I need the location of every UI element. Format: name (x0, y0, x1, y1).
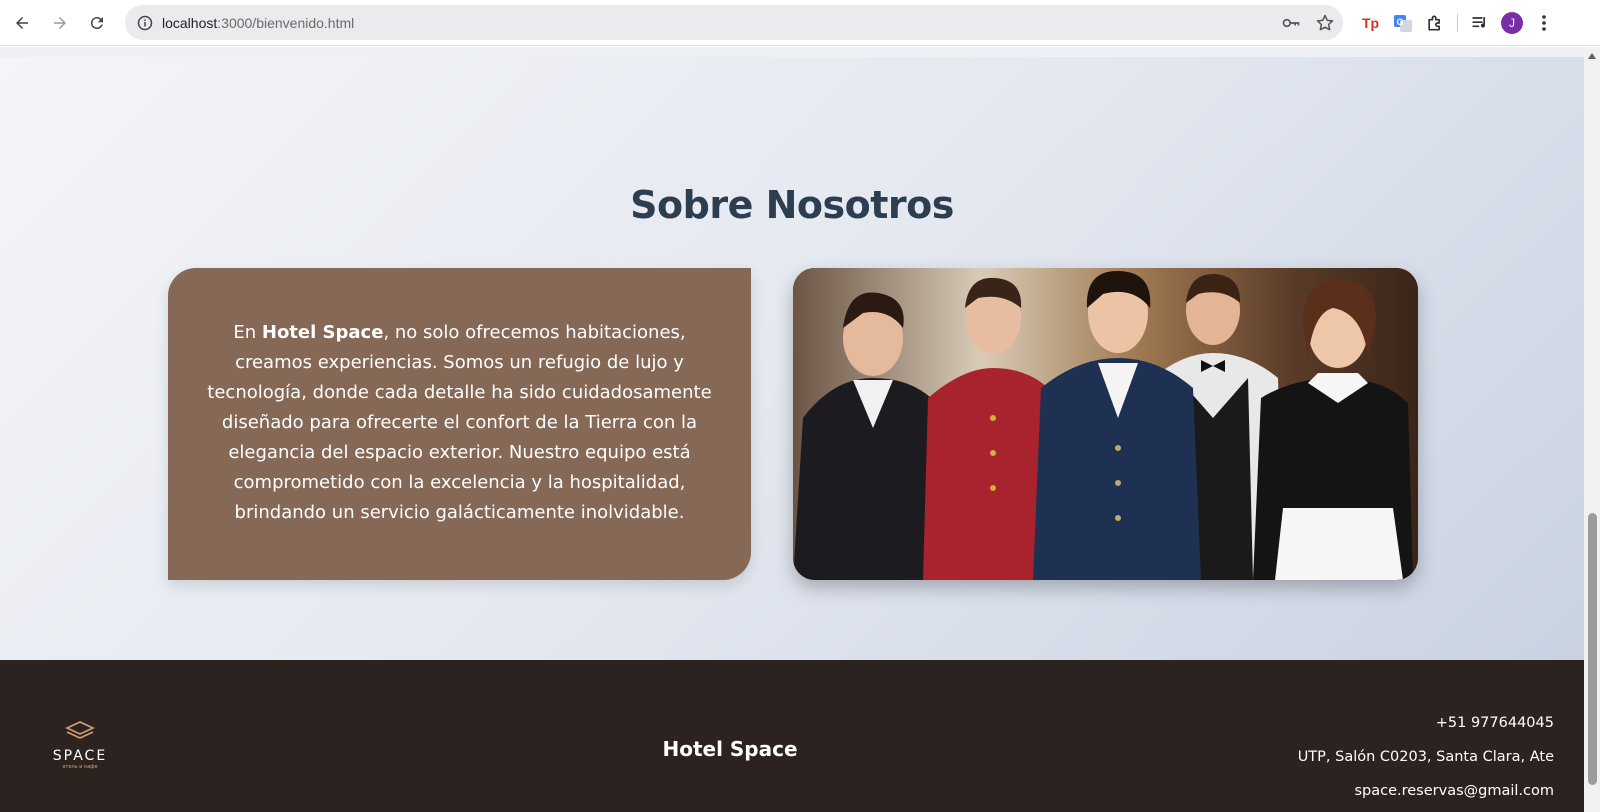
profile-avatar-button[interactable]: J (1496, 7, 1528, 39)
footer-email[interactable]: space.reservas@gmail.com (1298, 774, 1554, 808)
about-brand: Hotel Space (261, 322, 384, 343)
staff-photo-illustration (793, 268, 1418, 580)
menu-kebab-icon[interactable] (1528, 7, 1560, 39)
translate-extension-icon[interactable]: G (1387, 7, 1419, 39)
page-viewport: Sobre Nosotros En Hotel Space, no solo o… (0, 47, 1584, 812)
site-footer: SPACE отель и кафе Hotel Space +51 97764… (0, 660, 1584, 812)
staff-photo (793, 268, 1418, 580)
forward-icon (54, 17, 66, 29)
about-text-card: En Hotel Space, no solo ofrecemos habita… (168, 268, 751, 580)
scroll-up-arrow-icon[interactable] (1588, 53, 1596, 59)
site-info-icon[interactable] (128, 6, 162, 40)
section-title: Sobre Nosotros (630, 183, 954, 227)
footer-contact: +51 977644045 UTP, Salón C0203, Santa Cl… (1298, 706, 1554, 808)
logo-tagline: отель и кафе (62, 764, 98, 770)
forward-button[interactable] (42, 5, 78, 41)
footer-address: UTP, Salón C0203, Santa Clara, Ate (1297, 749, 1554, 765)
about-text-start: En (233, 322, 262, 343)
browser-toolbar: localhost:3000/bienvenido.html Tp G J (0, 0, 1600, 46)
vertical-scrollbar[interactable] (1584, 47, 1600, 812)
url-path: :3000/bienvenido.html (217, 14, 355, 31)
extensions-puzzle-icon[interactable] (1419, 7, 1451, 39)
footer-phone: +51 977644045 (1435, 715, 1554, 731)
footer-logo[interactable]: SPACE отель и кафе (50, 720, 110, 770)
scrollbar-thumb[interactable] (1588, 513, 1597, 785)
url-host: localhost (162, 14, 218, 31)
tp-extension-icon[interactable]: Tp (1355, 7, 1387, 39)
footer-brand: Hotel Space (662, 737, 798, 761)
logo-word: SPACE (52, 748, 108, 764)
about-text-rest: , no solo ofrecemos habitaciones, creamo… (207, 322, 712, 523)
star-icon[interactable] (1315, 13, 1335, 33)
key-icon[interactable] (1281, 13, 1301, 33)
svg-text:G: G (1397, 17, 1404, 27)
layers-logo-icon (65, 721, 95, 739)
media-control-icon[interactable] (1464, 7, 1496, 39)
extensions-area: Tp G J (1355, 7, 1560, 39)
svg-text:Tp: Tp (1362, 15, 1379, 31)
url-text: localhost:3000/bienvenido.html (162, 15, 354, 31)
about-section: Sobre Nosotros En Hotel Space, no solo o… (0, 47, 1584, 660)
reload-icon (90, 17, 103, 30)
avatar: J (1501, 12, 1523, 34)
about-paragraph: En Hotel Space, no solo ofrecemos habita… (196, 318, 723, 528)
back-button[interactable] (4, 5, 40, 41)
reload-button[interactable] (79, 5, 115, 41)
toolbar-separator (1457, 14, 1458, 32)
address-bar[interactable]: localhost:3000/bienvenido.html (125, 5, 1343, 40)
back-icon (16, 17, 28, 29)
